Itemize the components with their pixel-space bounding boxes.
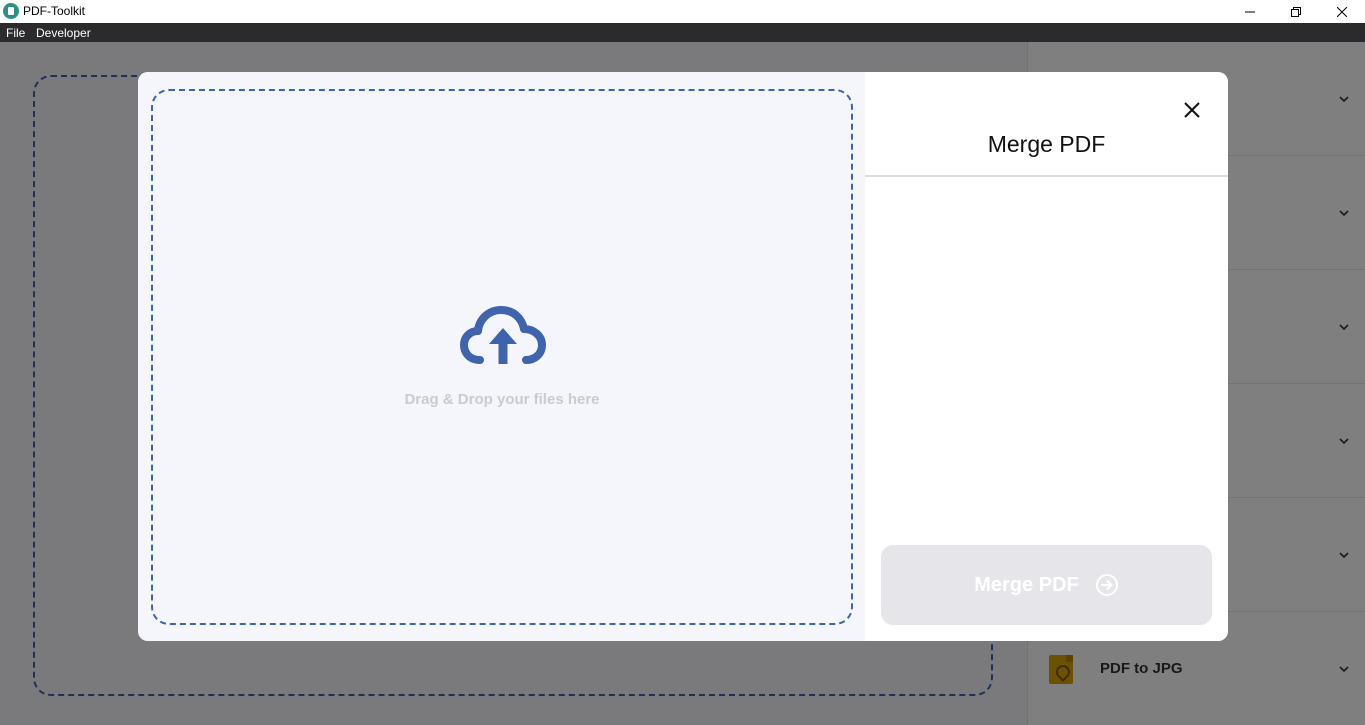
minimize-icon [1245, 11, 1255, 12]
restore-button[interactable] [1273, 0, 1319, 23]
window-title: PDF-Toolkit [23, 4, 86, 18]
cloud-upload-icon [460, 306, 546, 364]
restore-icon [1291, 6, 1301, 17]
menu-developer[interactable]: Developer [36, 26, 91, 40]
menu-file[interactable]: File [6, 26, 25, 40]
title-bar: PDF-Toolkit [0, 0, 1365, 23]
menu-bar: File Developer [0, 23, 1365, 42]
close-icon [1184, 102, 1200, 118]
merge-pdf-dialog: Drag & Drop your files here Merge PDF Me… [138, 72, 1228, 641]
file-dropzone[interactable]: Drag & Drop your files here [151, 89, 853, 625]
merge-pdf-button[interactable]: Merge PDF [881, 545, 1212, 625]
merge-button-label: Merge PDF [974, 573, 1079, 596]
close-icon [1337, 6, 1347, 17]
dialog-close-button[interactable] [1181, 99, 1203, 121]
window-close-button[interactable] [1319, 0, 1365, 23]
divider [865, 175, 1228, 177]
arrow-right-circle-icon [1095, 574, 1118, 596]
app-logo-icon [3, 3, 19, 19]
merge-panel: Merge PDF Merge PDF [865, 72, 1228, 641]
dropzone-instruction: Drag & Drop your files here [404, 391, 600, 408]
upload-panel: Drag & Drop your files here [138, 72, 865, 641]
dialog-title: Merge PDF [987, 131, 1106, 157]
minimize-button[interactable] [1227, 0, 1273, 23]
